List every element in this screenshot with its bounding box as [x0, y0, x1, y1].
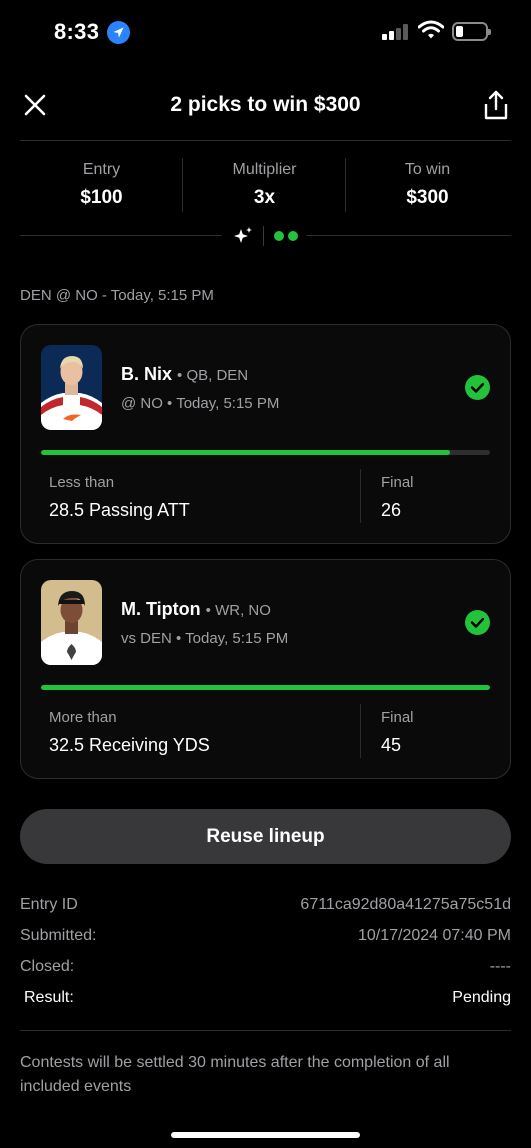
- check-circle-icon: [465, 375, 490, 400]
- wifi-icon: [417, 20, 445, 40]
- stat-label: Multiplier: [232, 161, 297, 178]
- check-circle-icon: [465, 610, 490, 635]
- progress-track: [41, 685, 490, 690]
- reuse-lineup-button[interactable]: Reuse lineup: [20, 809, 511, 864]
- detail-key: Closed:: [20, 958, 75, 975]
- final-label: Final: [381, 474, 414, 491]
- pick-card[interactable]: M. Tipton • WR, NO vs DEN • Today, 5:15 …: [20, 559, 511, 779]
- page-dot[interactable]: [288, 231, 298, 241]
- header-divider: [20, 140, 511, 141]
- page-title: 2 picks to win $300: [170, 93, 361, 116]
- card-divider: [360, 704, 361, 758]
- progress-track: [41, 450, 490, 455]
- detail-key: Submitted:: [20, 927, 97, 944]
- detail-row: Result: Pending: [20, 989, 511, 1020]
- player-position: • QB, DEN: [177, 367, 249, 384]
- card-divider: [360, 469, 361, 523]
- location-arrow-icon: [107, 21, 130, 44]
- battery-icon: [452, 22, 491, 41]
- detail-value: Pending: [452, 989, 511, 1006]
- details-divider: [20, 1030, 511, 1031]
- progress-bar: [41, 450, 450, 455]
- stat-to-win: To win $300: [346, 150, 509, 209]
- player-matchup: vs DEN • Today, 5:15 PM: [121, 630, 289, 647]
- detail-key: Result:: [24, 989, 74, 1006]
- game-line: DEN @ NO - Today, 5:15 PM: [20, 287, 214, 304]
- sparkle-icon[interactable]: [232, 226, 254, 246]
- final-label: Final: [381, 709, 414, 726]
- detail-value: 10/17/2024 07:40 PM: [357, 927, 511, 944]
- player-avatar: [41, 580, 102, 665]
- final-value: 45: [381, 735, 402, 755]
- stat-label: To win: [404, 161, 451, 178]
- player-position: • WR, NO: [205, 602, 271, 619]
- detail-value: 6711ca92d80a41275a75c51d: [300, 896, 511, 913]
- player-name-text: B. Nix: [121, 364, 173, 384]
- detail-row: Closed: ----: [20, 958, 511, 989]
- pick-direction: More than: [49, 709, 117, 726]
- detail-row: Submitted: 10/17/2024 07:40 PM: [20, 927, 511, 958]
- detail-key: Entry ID: [20, 896, 78, 913]
- pick-card[interactable]: B. Nix • QB, DEN @ NO • Today, 5:15 PM L…: [20, 324, 511, 544]
- toggle-divider: [263, 226, 264, 246]
- view-toggle: [222, 224, 306, 248]
- pick-line: 32.5 Receiving YDS: [49, 735, 210, 755]
- home-indicator[interactable]: [171, 1132, 360, 1138]
- status-time: 8:33: [54, 19, 100, 44]
- share-icon[interactable]: [483, 90, 509, 120]
- detail-value: ----: [489, 958, 511, 975]
- progress-bar: [41, 685, 490, 690]
- pick-direction: Less than: [49, 474, 115, 491]
- stat-multiplier: Multiplier 3x: [183, 150, 346, 209]
- stat-label: Entry: [82, 161, 121, 178]
- player-name-text: M. Tipton: [121, 599, 201, 619]
- player-avatar: [41, 345, 102, 430]
- detail-row: Entry ID 6711ca92d80a41275a75c51d: [20, 896, 511, 927]
- page-dot[interactable]: [274, 231, 284, 241]
- player-matchup: @ NO • Today, 5:15 PM: [121, 395, 280, 412]
- stat-value: 3x: [253, 187, 276, 208]
- player-name: M. Tipton • WR, NO: [121, 599, 271, 620]
- player-name: B. Nix • QB, DEN: [121, 364, 248, 385]
- entry-stats: Entry $100 Multiplier 3x To win $300: [20, 150, 511, 220]
- stat-value: $100: [80, 187, 123, 208]
- settlement-note: Contests will be settled 30 minutes afte…: [20, 1054, 450, 1095]
- entry-details: Entry ID 6711ca92d80a41275a75c51d Submit…: [20, 896, 511, 1020]
- final-value: 26: [381, 500, 402, 520]
- header: 2 picks to win $300: [0, 80, 531, 132]
- pick-line: 28.5 Passing ATT: [49, 500, 190, 520]
- cellular-signal-icon: [382, 24, 410, 40]
- stat-value: $300: [406, 187, 449, 208]
- stat-entry: Entry $100: [20, 150, 183, 209]
- status-bar: 8:33: [0, 0, 531, 64]
